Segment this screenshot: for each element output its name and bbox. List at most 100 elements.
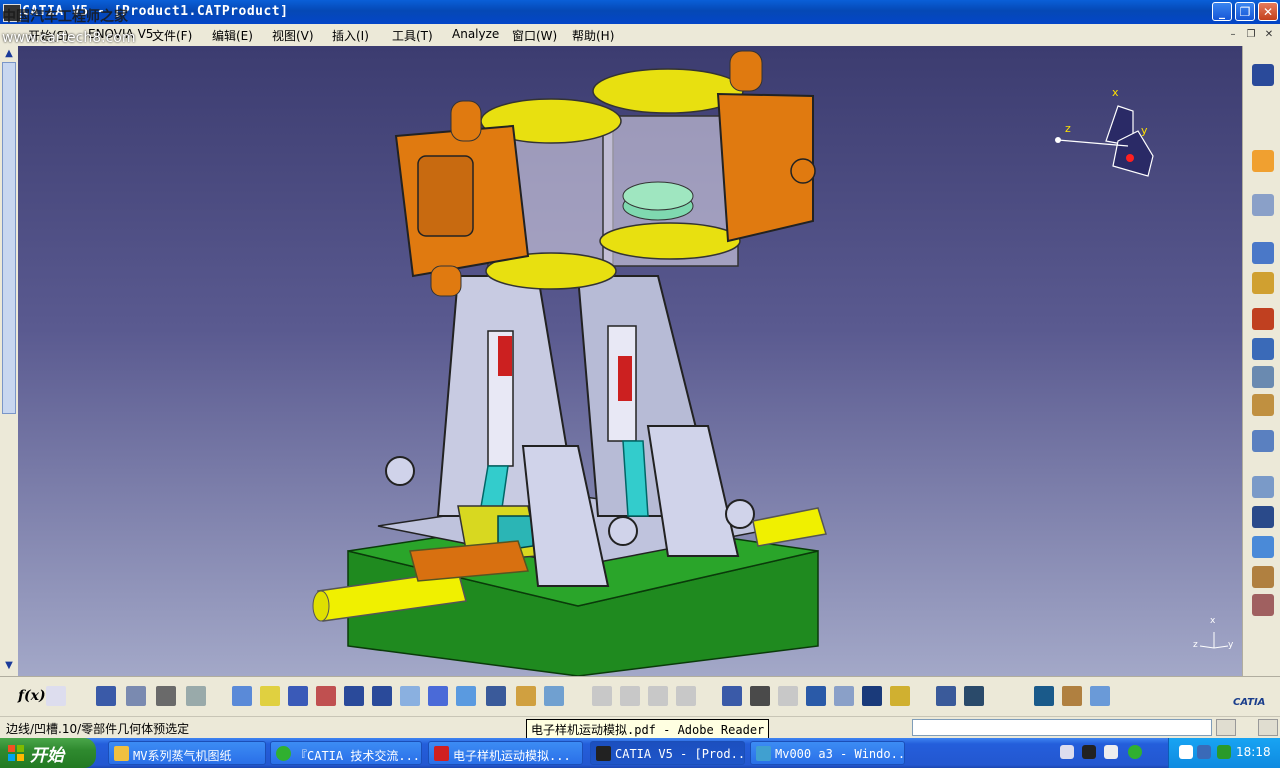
command-input[interactable] [912, 719, 1212, 736]
measure-tool-icon[interactable] [1252, 594, 1274, 616]
kinematics-icon[interactable] [1090, 686, 1110, 706]
compass-z-label: z [1065, 122, 1071, 135]
product-structure-icon[interactable] [1252, 194, 1274, 216]
status-message: 边线/凹槽.10/零部件几何体预选定 [6, 722, 190, 736]
normal-view-icon[interactable] [400, 686, 420, 706]
menu-bar: 开始(S) ENOVIA V5 文件(F) 编辑(E) 视图(V) 插入(I) … [0, 24, 1280, 47]
search-icon[interactable] [806, 686, 826, 706]
constraint-icon[interactable] [1252, 272, 1274, 294]
menu-edit[interactable]: 编辑(E) [212, 27, 253, 44]
rewind-icon[interactable] [750, 686, 770, 706]
task-folder[interactable]: MV系列蒸气机图纸 [108, 741, 266, 765]
explode-icon[interactable] [1252, 476, 1274, 498]
compass-y-label: y [1141, 124, 1148, 137]
windows-flag-icon [8, 745, 24, 761]
shading-icon[interactable] [486, 686, 506, 706]
keyboard-icon[interactable] [1060, 745, 1074, 759]
close-button[interactable]: ✕ [1258, 2, 1278, 21]
task-catia[interactable]: CATIA V5 - [Prod... [590, 741, 745, 765]
catia-logo: CATIA [1233, 697, 1266, 708]
pan-icon[interactable] [288, 686, 308, 706]
network-icon[interactable] [1104, 745, 1118, 759]
update-icon[interactable] [1252, 242, 1274, 264]
command-run-button[interactable] [1258, 719, 1278, 736]
start-button[interactable]: 开始 [0, 738, 96, 768]
command-clear-button[interactable] [1216, 719, 1236, 736]
color-icon[interactable] [862, 686, 882, 706]
ruler-icon[interactable] [936, 686, 956, 706]
task-pdf[interactable]: 电子样机运动模拟... [428, 741, 583, 765]
restore-button[interactable]: ❐ [1235, 2, 1255, 21]
expand-tray-icon[interactable] [1179, 745, 1193, 759]
task-image-viewer[interactable]: Mv000 a3 - Windo... [750, 741, 905, 765]
formula-icon[interactable]: f(x) [18, 688, 46, 704]
inertia-icon[interactable] [964, 686, 984, 706]
lock-icon[interactable] [156, 686, 176, 706]
comment-icon[interactable] [46, 686, 66, 706]
disabled-tool-3-icon [648, 686, 668, 706]
watermark-url: www.cartech8.com [2, 30, 136, 46]
manipulation-icon[interactable] [1252, 366, 1274, 388]
table-icon[interactable] [96, 686, 116, 706]
simulation-icon[interactable] [1034, 686, 1054, 706]
scroll-thumb[interactable] [2, 62, 16, 414]
security-shield-icon[interactable] [1217, 745, 1231, 759]
minimize-button[interactable]: _ [1212, 2, 1232, 21]
vertical-scrollbar[interactable]: ▲ ▼ [0, 46, 19, 676]
catalog-icon[interactable] [834, 686, 854, 706]
paint-icon[interactable] [890, 686, 910, 706]
scene-icon[interactable] [1252, 536, 1274, 558]
disabled-tool-1-icon [592, 686, 612, 706]
menu-tools[interactable]: 工具(T) [392, 27, 433, 44]
doc-close-button[interactable]: ✕ [1262, 28, 1276, 41]
help-icon[interactable] [1082, 745, 1096, 759]
watermark-site-name: 中国汽车工程师之家 [2, 9, 128, 25]
image-viewer-icon [756, 746, 771, 761]
target-icon[interactable] [722, 686, 742, 706]
tree-icon[interactable] [126, 686, 146, 706]
workbench-icon[interactable] [1252, 64, 1274, 86]
zoom-in-icon[interactable] [344, 686, 364, 706]
compass-widget[interactable] [1048, 86, 1168, 196]
task-browser[interactable]: 『CATIA 技术交流... [270, 741, 422, 765]
anchor-icon[interactable] [1252, 338, 1274, 360]
menu-view[interactable]: 视图(V) [272, 27, 314, 44]
iso-view-icon[interactable] [456, 686, 476, 706]
mechanism-icon[interactable] [1062, 686, 1082, 706]
fly-icon[interactable] [232, 686, 252, 706]
right-toolbar [1242, 46, 1280, 676]
knowledge-icon[interactable] [186, 686, 206, 706]
scroll-down-icon[interactable]: ▼ [3, 660, 15, 672]
zoom-out-icon[interactable] [372, 686, 392, 706]
fit-all-icon[interactable] [260, 686, 280, 706]
menu-help[interactable]: 帮助(H) [572, 27, 614, 44]
rotate-icon[interactable] [316, 686, 336, 706]
clash-icon[interactable] [1252, 506, 1274, 528]
browser-icon [276, 746, 291, 761]
smart-move-icon[interactable] [1252, 430, 1274, 452]
monitor-icon[interactable] [1197, 745, 1211, 759]
swap-space-icon[interactable] [544, 686, 564, 706]
start-label: 开始 [30, 746, 64, 766]
hide-show-icon[interactable] [516, 686, 536, 706]
scroll-up-icon[interactable]: ▲ [3, 48, 15, 60]
snap-icon[interactable] [1252, 394, 1274, 416]
folder-icon [114, 746, 129, 761]
taskbar-clock: 18:18 [1236, 745, 1271, 759]
multi-view-icon[interactable] [428, 686, 448, 706]
bottom-toolbar: f(x) CATIA [0, 676, 1280, 717]
compass-x-label: x [1112, 86, 1119, 99]
3d-viewport[interactable]: x y z x y z [18, 46, 1242, 676]
menu-insert[interactable]: 插入(I) [332, 27, 369, 44]
doc-restore-button[interactable]: ❐ [1244, 28, 1258, 41]
menu-file[interactable]: 文件(F) [152, 27, 192, 44]
axis-y-label: y [1228, 640, 1234, 650]
menu-analyze[interactable]: Analyze [452, 27, 499, 41]
menu-window[interactable]: 窗口(W) [512, 27, 557, 44]
fix-component-icon[interactable] [1252, 308, 1274, 330]
doc-minimize-button[interactable]: – [1226, 28, 1240, 41]
messenger-icon[interactable] [1128, 745, 1142, 759]
axis-x-label: x [1210, 616, 1216, 626]
select-arrow-icon[interactable] [1252, 150, 1274, 172]
section-icon[interactable] [1252, 566, 1274, 588]
